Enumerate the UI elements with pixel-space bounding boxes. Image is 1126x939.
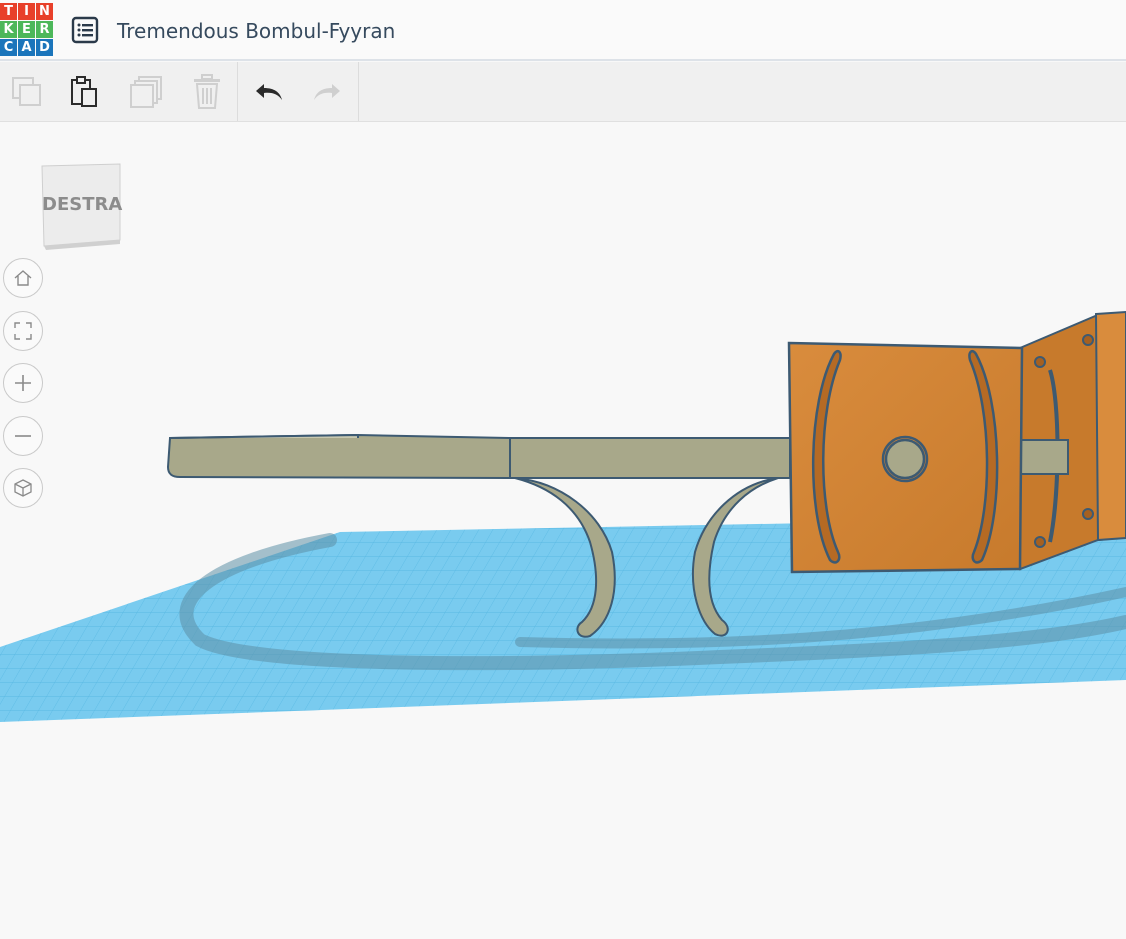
logo-letter: D xyxy=(36,39,53,56)
home-view-button[interactable] xyxy=(3,258,43,298)
zoom-in-icon xyxy=(15,375,31,391)
3d-scene[interactable] xyxy=(0,122,1126,939)
logo-letter: K xyxy=(0,21,17,38)
design-list-icon[interactable] xyxy=(71,16,99,44)
logo-letter: N xyxy=(36,3,53,20)
perspective-toggle-button[interactable] xyxy=(3,468,43,508)
fit-view-button[interactable] xyxy=(3,311,43,351)
orange-bracket-front[interactable] xyxy=(787,341,1024,574)
perspective-icon xyxy=(14,479,32,497)
tinkercad-logo[interactable]: TIN KER CAD xyxy=(0,3,54,57)
delete-button[interactable] xyxy=(185,70,229,114)
logo-letter: R xyxy=(36,21,53,38)
undo-icon xyxy=(256,84,282,100)
design-title[interactable]: Tremendous Bombul-Fyyran xyxy=(117,19,395,43)
top-bar: TIN KER CAD Tremendous Bombul-Fyyran xyxy=(0,0,1126,61)
zoom-out-button[interactable] xyxy=(3,416,43,456)
redo-button[interactable] xyxy=(305,70,349,114)
delete-icon xyxy=(194,74,220,109)
logo-letter: A xyxy=(18,39,35,56)
duplicate-button[interactable] xyxy=(125,70,169,114)
gray-bar[interactable] xyxy=(166,433,791,479)
redo-icon xyxy=(314,84,340,100)
zoom-out-icon xyxy=(15,435,31,437)
duplicate-icon xyxy=(130,76,162,108)
fit-view-icon xyxy=(14,322,32,340)
logo-letter: I xyxy=(18,3,35,20)
logo-letter: T xyxy=(0,3,17,20)
paste-icon xyxy=(71,76,97,107)
toolbar-divider xyxy=(237,62,238,121)
orange-bracket-side[interactable] xyxy=(1015,310,1126,571)
zoom-in-button[interactable] xyxy=(3,363,43,403)
workplane-viewport[interactable]: DESTRA xyxy=(0,122,1126,939)
logo-letter: E xyxy=(18,21,35,38)
view-cube-label[interactable]: DESTRA xyxy=(42,194,122,215)
copy-icon xyxy=(12,77,41,106)
toolbar-divider xyxy=(358,62,359,121)
edit-toolbar xyxy=(0,62,1126,122)
home-view-icon xyxy=(14,270,32,286)
undo-button[interactable] xyxy=(247,70,291,114)
copy-button[interactable] xyxy=(5,70,49,114)
logo-letter: C xyxy=(0,39,17,56)
paste-button[interactable] xyxy=(63,70,107,114)
